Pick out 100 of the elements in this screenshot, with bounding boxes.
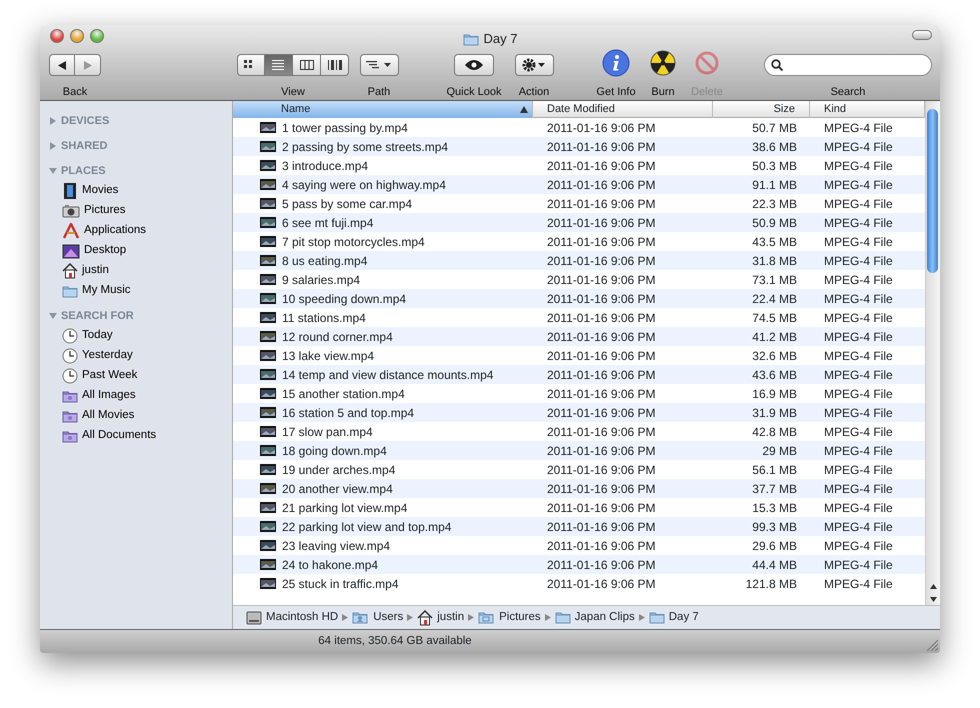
path-item[interactable]: Pictures (499, 608, 541, 626)
path-item[interactable]: Day 7 (668, 608, 699, 626)
table-cell-text: 2011-01-16 9:06 PM (546, 214, 657, 232)
path-button[interactable] (360, 54, 398, 76)
sidebar-item[interactable]: All Documents (82, 427, 156, 445)
file-name[interactable]: 1 tower passing by.mp4 (282, 118, 408, 136)
file-name[interactable]: 18 going down.mp4 (282, 442, 387, 460)
column-header[interactable]: Name (233, 101, 533, 118)
sidebar-item[interactable]: Yesterday (82, 347, 133, 365)
radiation-icon[interactable] (650, 50, 676, 76)
file-name[interactable]: 15 another station.mp4 (282, 384, 405, 402)
table-cell-text: MPEG-4 File (823, 538, 894, 554)
sidebar-item[interactable]: Today (82, 327, 113, 345)
window-control-button[interactable] (50, 29, 64, 43)
expanded-triangle-icon[interactable] (49, 312, 57, 320)
file-name[interactable]: 20 another view.mp4 (282, 480, 393, 498)
sidebar-item[interactable]: Pictures (84, 202, 126, 220)
table-cell-text: MPEG-4 File (823, 386, 894, 402)
video-thumbnail-icon (260, 502, 276, 513)
expanded-triangle-icon[interactable] (49, 167, 57, 175)
table-cell-text: 43.6 MB (751, 366, 798, 384)
path-item[interactable]: Users (373, 608, 404, 626)
scrollbar-thumb[interactable] (927, 109, 938, 273)
sidebar-item[interactable]: All Images (82, 387, 136, 405)
sidebar-item[interactable]: Movies (82, 182, 118, 200)
file-name[interactable]: 3 introduce.mp4 (282, 156, 368, 174)
file-name[interactable]: 7 pit stop motorcycles.mp4 (282, 232, 425, 250)
path-item[interactable]: Japan Clips (574, 608, 635, 626)
video-thumbnail-icon (260, 445, 276, 456)
view-mode-button[interactable] (293, 54, 321, 76)
view-mode-button[interactable] (265, 54, 293, 76)
path-item[interactable]: justin (437, 608, 464, 626)
applications-icon (62, 223, 80, 239)
forward-button[interactable] (75, 54, 101, 76)
toolbar-label: Back (62, 85, 88, 100)
file-name[interactable]: 10 speeding down.mp4 (282, 290, 406, 308)
file-name[interactable]: 21 parking lot view.mp4 (282, 498, 408, 516)
sidebar-item[interactable]: All Movies (82, 407, 134, 425)
file-name[interactable]: 24 to hakone.mp4 (282, 556, 378, 574)
back-button[interactable] (49, 54, 75, 76)
video-thumbnail-icon (260, 255, 276, 266)
file-name[interactable]: 2 passing by some streets.mp4 (282, 138, 448, 156)
table-cell-text: 15.3 MB (751, 500, 798, 516)
file-name[interactable]: 23 leaving view.mp4 (282, 536, 390, 554)
quick-look-button[interactable] (454, 54, 494, 76)
video-thumbnail-icon (260, 540, 276, 551)
file-name[interactable]: 9 salaries.mp4 (282, 270, 360, 288)
file-name[interactable]: 8 us eating.mp4 (282, 252, 368, 270)
file-name[interactable]: 13 lake view.mp4 (282, 346, 374, 364)
file-name[interactable]: 25 stuck in traffic.mp4 (282, 574, 398, 592)
table-cell-text: 91.1 MB (751, 176, 798, 194)
toolbar-toggle-button[interactable] (912, 30, 932, 40)
table-cell-text: MPEG-4 File (823, 120, 894, 136)
toolbar-label: View (281, 85, 305, 100)
action-button[interactable] (514, 54, 554, 76)
sidebar-item[interactable]: Past Week (82, 367, 138, 385)
file-name[interactable]: 4 saying were on highway.mp4 (282, 176, 446, 194)
table-cell-text: 42.8 MB (751, 424, 798, 440)
window-control-button[interactable] (70, 29, 84, 43)
file-name[interactable]: 16 station 5 and top.mp4 (282, 404, 414, 422)
table-cell-text: 2011-01-16 9:06 PM (546, 328, 657, 346)
file-name[interactable]: 5 pass by some car.mp4 (282, 194, 412, 212)
view-mode-button[interactable] (237, 54, 265, 76)
file-name[interactable]: 19 under arches.mp4 (282, 460, 396, 478)
sidebar-item[interactable]: Desktop (84, 242, 126, 260)
resize-grip-icon[interactable] (927, 640, 938, 651)
file-name[interactable]: 6 see mt fuji.mp4 (282, 214, 374, 232)
window-control-button[interactable] (90, 29, 104, 43)
table-cell-text: 2011-01-16 9:06 PM (546, 234, 657, 250)
table-cell-text: MPEG-4 File (823, 272, 894, 288)
collapsed-triangle-icon[interactable] (49, 142, 57, 150)
collapsed-triangle-icon[interactable] (49, 117, 57, 125)
file-name[interactable]: 22 parking lot view and top.mp4 (282, 518, 452, 536)
pictures-folder-icon (478, 610, 496, 625)
path-item[interactable]: Macintosh HD (266, 608, 338, 626)
video-thumbnail-icon (260, 122, 276, 133)
video-thumbnail-icon (260, 483, 276, 494)
file-name[interactable]: 12 round corner.mp4 (282, 328, 393, 346)
file-name[interactable]: 17 slow pan.mp4 (282, 422, 373, 440)
file-name[interactable]: 11 stations.mp4 (282, 308, 366, 326)
table-cell-text: 2011-01-16 9:06 PM (546, 366, 657, 384)
table-cell-text: 2011-01-16 9:06 PM (546, 480, 657, 498)
path-separator-icon (468, 614, 474, 621)
info-icon[interactable] (602, 49, 630, 77)
smart-folder-icon (62, 388, 78, 404)
search-field[interactable] (764, 54, 932, 76)
sidebar-item[interactable]: Applications (84, 222, 146, 240)
video-thumbnail-icon (260, 369, 276, 380)
table-cell-text: 2011-01-16 9:06 PM (546, 424, 657, 440)
file-name[interactable]: 14 temp and view distance mounts.mp4 (282, 366, 494, 384)
column-header[interactable]: Date Modified (533, 101, 713, 118)
table-cell-text: MPEG-4 File (823, 518, 894, 536)
folder-icon (462, 32, 480, 46)
column-header[interactable]: Size (713, 101, 810, 118)
sidebar-item[interactable]: My Music (82, 282, 131, 300)
table-cell-text: 2011-01-16 9:06 PM (546, 138, 657, 156)
sidebar-item[interactable]: justin (82, 262, 109, 280)
clock-icon (62, 348, 78, 364)
sort-ascending-icon (520, 106, 528, 113)
view-mode-button[interactable] (321, 54, 349, 76)
